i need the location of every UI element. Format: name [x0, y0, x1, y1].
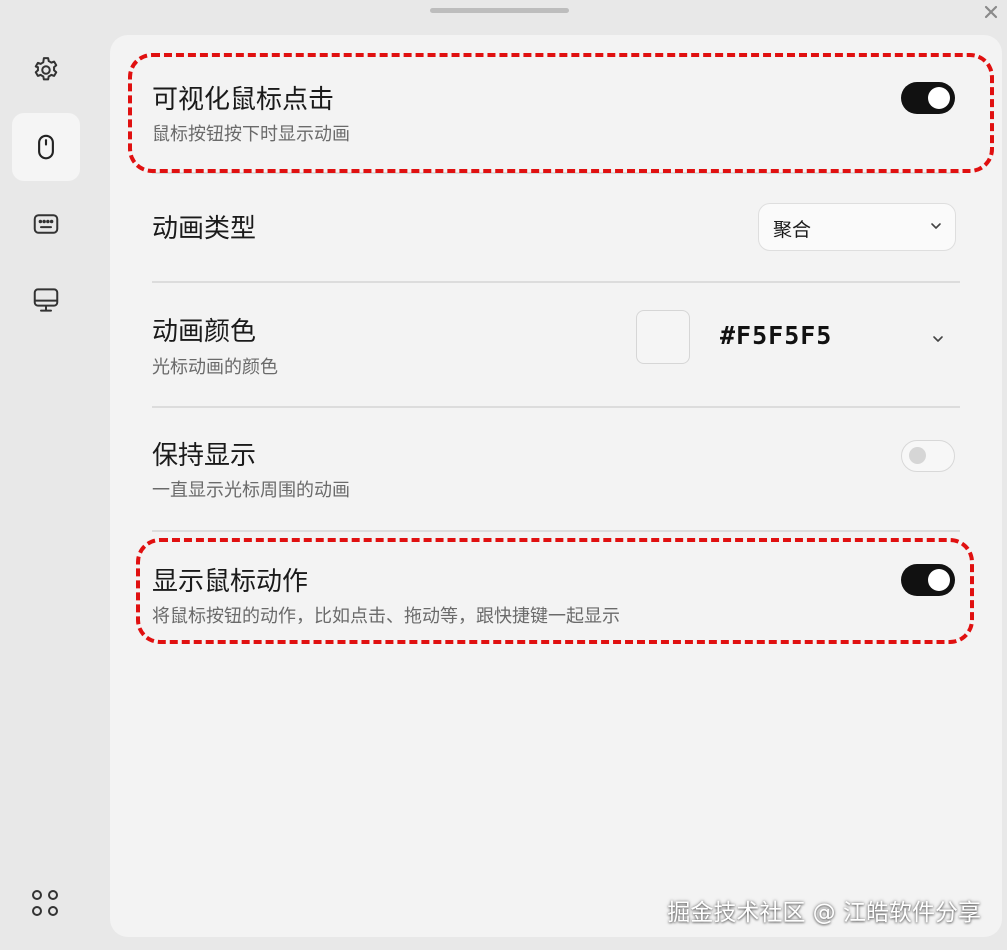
close-icon — [984, 5, 998, 19]
divider — [152, 281, 960, 283]
setting-title: 保持显示 — [152, 441, 257, 471]
window-drag-handle[interactable] — [430, 8, 569, 13]
select-value: 聚合 — [773, 219, 812, 241]
setting-title: 动画类型 — [152, 214, 257, 244]
setting-description: 鼠标按钮按下时显示动画 — [152, 124, 350, 145]
apps-menu-button[interactable] — [27, 885, 63, 921]
setting-title: 动画颜色 — [152, 317, 257, 347]
sidebar-item-display[interactable] — [12, 266, 80, 334]
show-mouse-action-toggle[interactable] — [901, 564, 955, 596]
keep-showing-toggle[interactable] — [901, 440, 955, 472]
mouse-icon — [38, 134, 54, 160]
setting-description: 一直显示光标周围的动画 — [152, 480, 350, 501]
setting-animation-type: 动画类型 聚合 — [152, 203, 960, 263]
monitor-icon — [33, 288, 59, 312]
setting-title: 显示鼠标动作 — [152, 567, 309, 597]
close-button[interactable] — [981, 2, 1001, 22]
animation-type-select[interactable]: 聚合 — [758, 203, 956, 251]
setting-show-mouse-action: 显示鼠标动作 将鼠标按钮的动作，比如点击、拖动等，跟快捷键一起显示 — [152, 559, 960, 639]
sidebar-item-keyboard[interactable] — [12, 190, 80, 258]
settings-panel: 可视化鼠标点击 鼠标按钮按下时显示动画 动画类型 聚合 动画颜色 光标动画的颜色… — [110, 35, 1002, 937]
chevron-down-icon — [931, 223, 941, 229]
apps-grid-icon — [32, 890, 58, 916]
sidebar-item-general[interactable] — [12, 36, 80, 104]
gear-icon — [34, 57, 58, 81]
sidebar-item-mouse[interactable] — [12, 113, 80, 181]
setting-description: 将鼠标按钮的动作，比如点击、拖动等，跟快捷键一起显示 — [152, 606, 620, 627]
chevron-down-icon[interactable] — [931, 332, 945, 346]
setting-description: 光标动画的颜色 — [152, 357, 278, 378]
setting-keep-showing: 保持显示 一直显示光标周围的动画 — [152, 433, 960, 513]
setting-animation-color: 动画颜色 光标动画的颜色 #F5F5F5 — [152, 309, 960, 399]
sidebar — [0, 0, 92, 950]
setting-title: 可视化鼠标点击 — [152, 85, 335, 115]
visualize-click-toggle[interactable] — [901, 82, 955, 114]
watermark: 掘金技术社区 @ 江皓软件分享 — [667, 900, 981, 926]
divider — [152, 406, 960, 408]
color-hex-value: #F5F5F5 — [720, 321, 833, 350]
divider — [152, 172, 960, 174]
divider — [152, 530, 960, 532]
color-swatch[interactable] — [636, 310, 690, 364]
setting-visualize-click: 可视化鼠标点击 鼠标按钮按下时显示动画 — [152, 77, 960, 157]
keyboard-icon — [33, 214, 59, 234]
